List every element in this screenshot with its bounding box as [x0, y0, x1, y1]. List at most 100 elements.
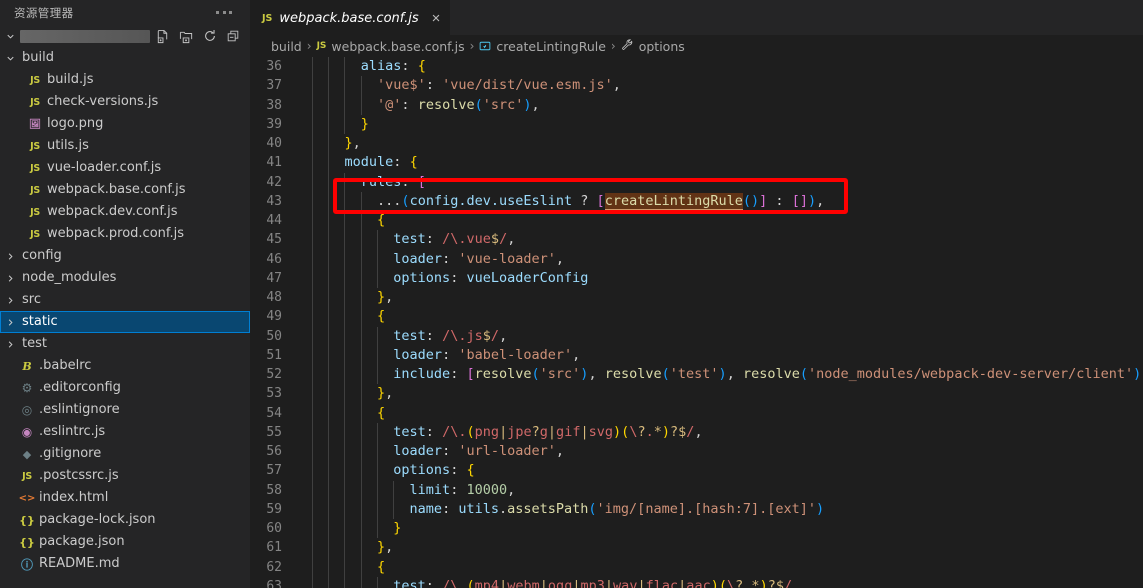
tree-file-webpack-base-conf-js[interactable]: JS webpack.base.conf.js: [0, 179, 250, 201]
line-number: 60: [266, 521, 282, 536]
line-number: 39: [266, 116, 282, 132]
tree-file-index-html[interactable]: <> index.html: [0, 487, 250, 509]
tree-file-eslintignore[interactable]: ◎ .eslintignore: [0, 399, 250, 421]
code-line[interactable]: loader: 'url-loader',: [312, 442, 1143, 461]
js-icon: JS: [30, 140, 40, 152]
tab-webpack-base-conf-js[interactable]: JS webpack.base.conf.js ×: [250, 0, 451, 35]
new-file-icon[interactable]: [155, 29, 170, 44]
tree-file-check-versions-js[interactable]: JS check-versions.js: [0, 91, 250, 113]
code-line[interactable]: {: [312, 558, 1143, 577]
code-line[interactable]: module: {: [312, 153, 1143, 172]
breadcrumb-item-function[interactable]: createLintingRule: [479, 39, 606, 54]
explorer-more-actions-icon[interactable]: [210, 7, 244, 18]
tree-item-label: index.html: [39, 490, 109, 505]
new-folder-icon[interactable]: [179, 29, 194, 44]
code-line[interactable]: }: [312, 519, 1143, 538]
code-line[interactable]: loader: 'babel-loader',: [312, 346, 1143, 365]
code-line[interactable]: ...(config.dev.useEslint ? [createLintin…: [312, 192, 1143, 211]
line-number: 46: [266, 251, 282, 267]
code-line[interactable]: },: [312, 288, 1143, 307]
tree-file-webpack-prod-conf-js[interactable]: JS webpack.prod.conf.js: [0, 223, 250, 245]
tree-file-vue-loader-conf-js[interactable]: JS vue-loader.conf.js: [0, 157, 250, 179]
code-line[interactable]: test: /\.(mp4|webm|ogg|mp3|wav|flac|aac)…: [312, 577, 1143, 588]
tree-item-label: .editorconfig: [39, 380, 121, 395]
breadcrumb-item-property[interactable]: options: [621, 38, 685, 54]
code-line[interactable]: {: [312, 307, 1143, 326]
tab-label: webpack.base.conf.js: [279, 10, 419, 26]
tree-folder-test[interactable]: test: [0, 333, 250, 355]
tree-root-folder[interactable]: [0, 25, 250, 47]
html-icon: <>: [18, 492, 36, 504]
code-line[interactable]: options: vueLoaderConfig: [312, 269, 1143, 288]
tree-file-eslintrc-js[interactable]: ◉ .eslintrc.js: [0, 421, 250, 443]
code-line[interactable]: rules: [: [312, 173, 1143, 192]
refresh-icon[interactable]: [203, 29, 217, 43]
line-number: 48: [266, 290, 282, 305]
tree-folder-src[interactable]: src: [0, 289, 250, 311]
code-line[interactable]: limit: 10000,: [312, 481, 1143, 500]
tree-file-package-json[interactable]: {} package.json: [0, 531, 250, 553]
code-line[interactable]: {: [312, 211, 1143, 230]
tree-folder-node-modules[interactable]: node_modules: [0, 267, 250, 289]
chevron-right-icon: [2, 251, 18, 262]
code-line[interactable]: name: utils.assetsPath('img/[name].[hash…: [312, 500, 1143, 519]
code-line[interactable]: include: [resolve('src'), resolve('test'…: [312, 365, 1143, 384]
close-icon[interactable]: ×: [432, 11, 441, 26]
code-line[interactable]: test: /\.js$/,: [312, 327, 1143, 346]
collapse-all-icon[interactable]: [226, 29, 240, 43]
breadcrumb-item-file[interactable]: JS webpack.base.conf.js: [317, 39, 465, 54]
line-number: 44: [266, 213, 282, 228]
image-icon: 🖼: [28, 118, 42, 130]
function-icon: [479, 40, 491, 52]
tree-item-label: vue-loader.conf.js: [47, 160, 162, 175]
chevron-right-icon: [2, 295, 18, 306]
tree-folder-static[interactable]: static: [0, 311, 250, 333]
tree-file-postcssrc-js[interactable]: JS .postcssrc.js: [0, 465, 250, 487]
tree-file-readme-md[interactable]: ⓘ README.md: [0, 553, 250, 575]
tree-item-label: .eslintignore: [39, 402, 120, 417]
tree-file-package-lock-json[interactable]: {} package-lock.json: [0, 509, 250, 531]
code-line[interactable]: 'vue$': 'vue/dist/vue.esm.js',: [312, 76, 1143, 95]
code-line[interactable]: },: [312, 538, 1143, 557]
code-content-wrap[interactable]: alias: { 'vue$': 'vue/dist/vue.esm.js', …: [302, 57, 1143, 588]
tree-folder-build[interactable]: build: [0, 47, 250, 69]
line-number: 40: [266, 136, 282, 151]
tree-item-label: webpack.dev.conf.js: [47, 204, 178, 219]
code-line[interactable]: {: [312, 404, 1143, 423]
breadcrumb-label: options: [638, 38, 685, 54]
code-editor[interactable]: 36 37 38 39 40 41 42 43 44 45 46 47 48 49 50 51 52 53 54 55…: [250, 57, 1143, 588]
babel-icon: B: [22, 359, 32, 373]
code-lines[interactable]: alias: { 'vue$': 'vue/dist/vue.esm.js', …: [302, 57, 1143, 588]
tree-item-label: config: [22, 248, 62, 263]
tree-file-editorconfig[interactable]: ⚙ .editorconfig: [0, 377, 250, 399]
breadcrumb: build › JS webpack.base.conf.js › create…: [250, 35, 1143, 57]
tree-file-logo-png[interactable]: 🖼 logo.png: [0, 113, 250, 135]
tree-item-label: build: [22, 50, 54, 65]
code-line[interactable]: }: [312, 115, 1143, 134]
code-line[interactable]: alias: {: [312, 57, 1143, 76]
tree-file-gitignore[interactable]: ◆ .gitignore: [0, 443, 250, 465]
breadcrumb-item-build[interactable]: build: [271, 39, 302, 54]
code-line[interactable]: loader: 'vue-loader',: [312, 250, 1143, 269]
tree-file-babelrc[interactable]: B .babelrc: [0, 355, 250, 377]
code-line[interactable]: },: [312, 384, 1143, 403]
tree-item-label: static: [22, 314, 58, 329]
tree-item-label: test: [22, 336, 47, 351]
tree-file-utils-js[interactable]: JS utils.js: [0, 135, 250, 157]
code-line[interactable]: },: [312, 134, 1143, 153]
code-line[interactable]: options: {: [312, 461, 1143, 480]
tree-folder-config[interactable]: config: [0, 245, 250, 267]
explorer-title: 资源管理器: [14, 5, 74, 20]
code-line[interactable]: test: /\.(png|jpe?g|gif|svg)(\?.*)?$/,: [312, 423, 1143, 442]
tree-file-webpack-dev-conf-js[interactable]: JS webpack.dev.conf.js: [0, 201, 250, 223]
gear-icon: ⚙: [21, 381, 33, 395]
tree-file-build-js[interactable]: JS build.js: [0, 69, 250, 91]
code-line[interactable]: test: /\.vue$/,: [312, 230, 1143, 249]
js-icon: JS: [22, 470, 32, 482]
line-number: 54: [266, 405, 282, 421]
line-number: 57: [266, 463, 282, 479]
line-number: 37: [266, 78, 282, 94]
tab-bar: JS webpack.base.conf.js ×: [250, 0, 1143, 35]
code-line[interactable]: '@': resolve('src'),: [312, 96, 1143, 115]
breadcrumb-separator-3: ›: [610, 39, 616, 53]
